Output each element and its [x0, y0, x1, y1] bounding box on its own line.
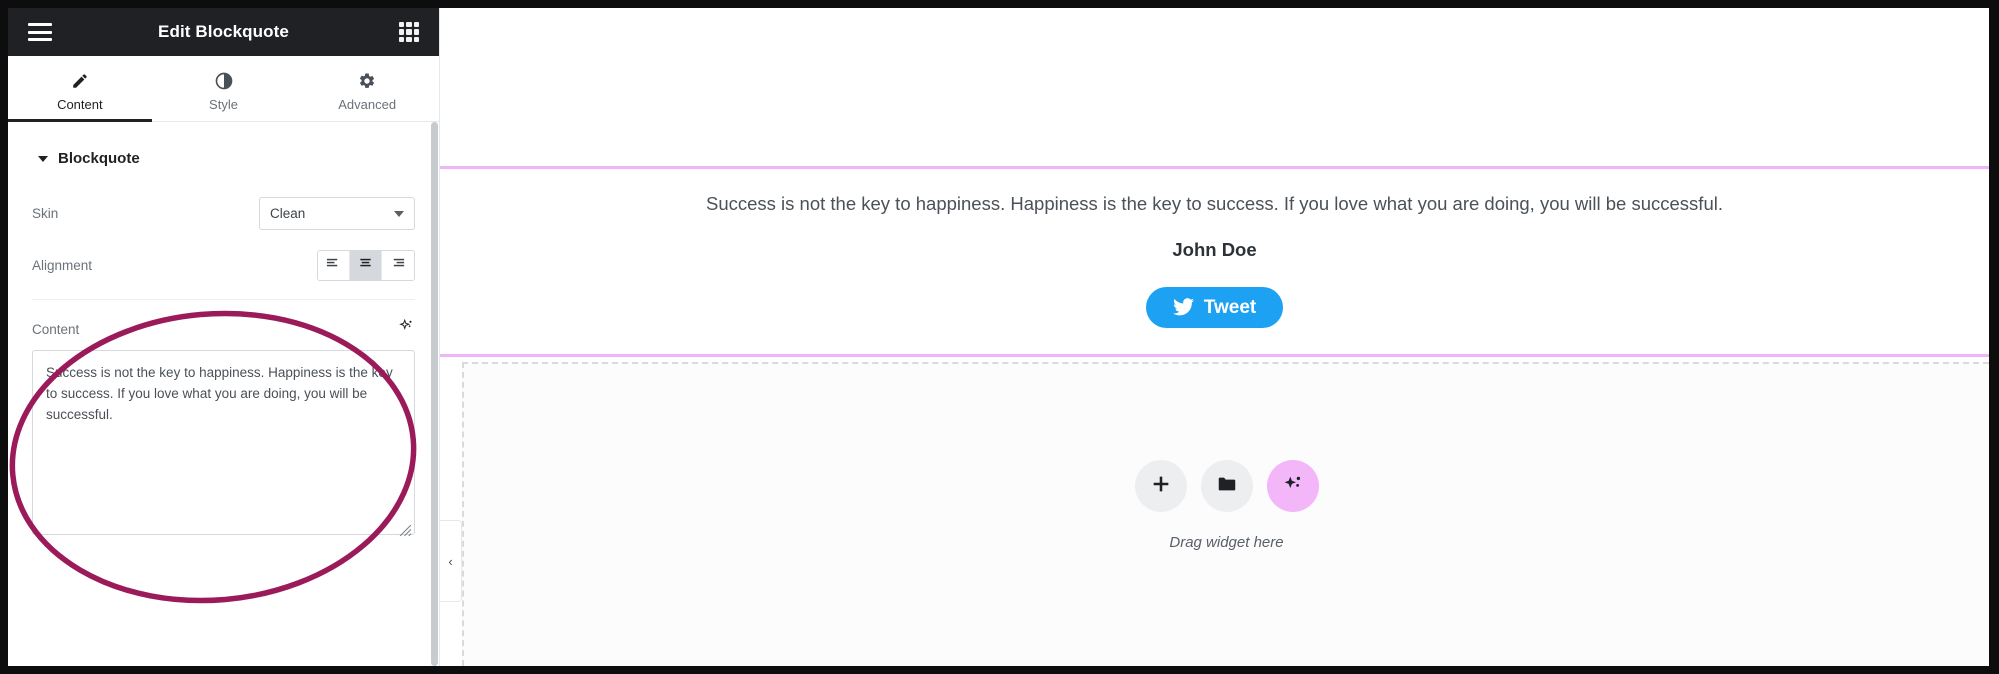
tweet-button[interactable]: Tweet	[1145, 286, 1284, 328]
skin-value: Clean	[270, 206, 306, 221]
content-textarea-wrapper	[32, 350, 415, 540]
tab-advanced-label: Advanced	[338, 96, 397, 112]
align-left-icon	[326, 256, 341, 276]
preview-canvas: Success is not the key to happiness. Hap…	[440, 8, 1989, 666]
page-title: Edit Blockquote	[158, 22, 289, 41]
alignment-label: Alignment	[32, 258, 93, 273]
tab-style[interactable]: Style	[152, 56, 296, 121]
ai-sparkle-icon	[1281, 472, 1305, 501]
folder-icon	[1216, 473, 1238, 500]
tab-content[interactable]: Content	[8, 56, 152, 122]
align-right-icon	[391, 256, 406, 276]
contrast-icon	[215, 72, 233, 90]
align-left-button[interactable]	[318, 251, 350, 280]
content-label: Content	[32, 321, 80, 337]
panel-tabs: Content Style Advanced	[8, 56, 439, 122]
chevron-left-icon: ‹	[448, 553, 453, 569]
widget-dropzone[interactable]: Drag widget here	[462, 362, 1989, 666]
panel-body: Blockquote Skin Clean Alignment Content …	[8, 122, 439, 666]
dropzone-label: Drag widget here	[1169, 534, 1284, 551]
control-skin: Skin Clean	[32, 189, 415, 242]
plus-icon	[1150, 473, 1172, 500]
chevron-down-icon	[38, 155, 48, 162]
dropzone-content: Drag widget here	[464, 460, 1989, 551]
align-center-button[interactable]	[350, 251, 382, 280]
ai-sparkle-icon[interactable]	[398, 318, 415, 340]
content-textarea[interactable]	[32, 350, 415, 535]
pencil-icon	[71, 72, 89, 90]
twitter-bird-icon	[1172, 298, 1194, 316]
tweet-button-label: Tweet	[1203, 296, 1257, 318]
skin-label: Skin	[32, 206, 59, 221]
panel-header: Edit Blockquote	[8, 8, 439, 56]
blockquote-widget[interactable]: Success is not the key to happiness. Hap…	[440, 166, 1989, 357]
add-element-button[interactable]	[1134, 460, 1187, 512]
align-right-button[interactable]	[382, 251, 414, 280]
alignment-button-group	[317, 250, 415, 281]
dropzone-buttons	[1134, 460, 1319, 512]
section-blockquote-label: Blockquote	[58, 150, 140, 167]
panel-collapse-button[interactable]: ‹	[440, 520, 462, 602]
panel-scroll-content: Blockquote Skin Clean Alignment Content …	[8, 122, 439, 540]
hamburger-icon[interactable]	[28, 23, 52, 41]
gear-icon	[358, 72, 376, 90]
elementor-editor: Edit Blockquote Content Style Advanced B…	[8, 8, 1989, 666]
tab-style-label: Style	[209, 96, 238, 112]
chevron-down-icon	[394, 210, 404, 217]
skin-select[interactable]: Clean	[259, 197, 415, 230]
panel-scrollbar-thumb[interactable]	[431, 122, 438, 666]
control-alignment: Alignment	[32, 242, 415, 293]
blockquote-text: Success is not the key to happiness. Hap…	[705, 193, 1723, 214]
blockquote-author: John Doe	[1172, 238, 1257, 260]
ai-builder-button[interactable]	[1266, 460, 1319, 512]
control-content-header: Content	[32, 300, 415, 350]
section-blockquote[interactable]: Blockquote	[32, 122, 415, 189]
screenshot-frame: Edit Blockquote Content Style Advanced B…	[0, 0, 1999, 674]
align-center-icon	[358, 256, 373, 276]
tab-content-label: Content	[57, 96, 103, 112]
add-template-button[interactable]	[1200, 460, 1253, 512]
tab-advanced[interactable]: Advanced	[295, 56, 439, 121]
panel-scrollbar[interactable]	[430, 122, 439, 666]
editor-panel: Edit Blockquote Content Style Advanced B…	[8, 8, 462, 666]
grid-icon[interactable]	[399, 22, 419, 42]
